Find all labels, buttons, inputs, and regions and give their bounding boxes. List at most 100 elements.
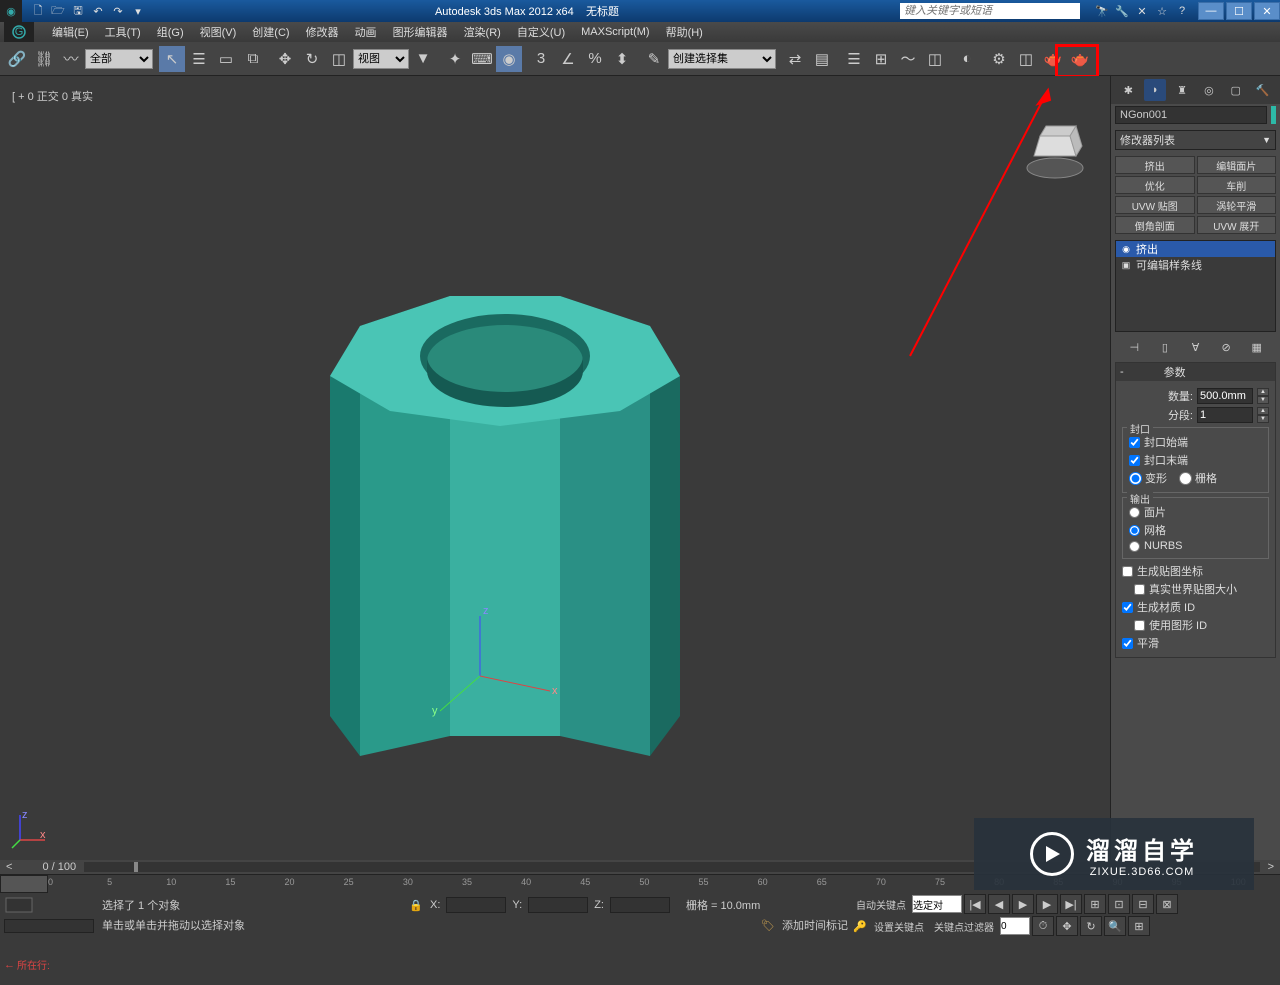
create-tab-icon[interactable]: ✱ bbox=[1117, 79, 1139, 101]
current-frame-input[interactable] bbox=[1000, 917, 1030, 935]
star-icon[interactable]: ☆ bbox=[1154, 3, 1170, 19]
help-icon[interactable]: ? bbox=[1174, 3, 1190, 19]
close-button[interactable]: ✕ bbox=[1254, 2, 1280, 20]
schematic-view-icon[interactable]: ◫ bbox=[922, 46, 948, 72]
nav-7-icon[interactable]: 🔍 bbox=[1104, 916, 1126, 936]
mod-btn-uvw-unwrap[interactable]: UVW 展开 bbox=[1197, 216, 1277, 234]
app-logo[interactable]: ◉ bbox=[0, 0, 22, 22]
bind-icon[interactable]: 〰 bbox=[58, 46, 84, 72]
keyboard-shortcut-icon[interactable]: ⌨ bbox=[469, 46, 495, 72]
qat-dropdown-icon[interactable]: ▾ bbox=[130, 3, 146, 19]
material-editor-icon[interactable]: ◐ bbox=[954, 46, 980, 72]
mod-btn-edit-patch[interactable]: 编辑面片 bbox=[1197, 156, 1277, 174]
nav-1-icon[interactable]: ⊞ bbox=[1084, 894, 1106, 914]
segments-spinner[interactable]: 1 bbox=[1197, 407, 1253, 423]
patch-radio[interactable] bbox=[1129, 507, 1140, 518]
nav-8-icon[interactable]: ⊞ bbox=[1128, 916, 1150, 936]
select-by-name-icon[interactable]: ☰ bbox=[186, 46, 212, 72]
script-listener-icon[interactable] bbox=[4, 896, 34, 914]
scale-icon[interactable]: ◫ bbox=[326, 46, 352, 72]
spinner-down-icon[interactable]: ▼ bbox=[1257, 396, 1269, 404]
coord-x-input[interactable] bbox=[446, 897, 506, 913]
goto-start-icon[interactable]: |◀ bbox=[964, 894, 986, 914]
mod-btn-bevel-profile[interactable]: 倒角剖面 bbox=[1115, 216, 1195, 234]
modify-tab-icon[interactable]: ◗ bbox=[1144, 79, 1166, 101]
add-time-tag[interactable]: 添加时间标记 bbox=[782, 917, 848, 933]
spinner-snap-icon[interactable]: ⬍ bbox=[609, 46, 635, 72]
morph-radio[interactable] bbox=[1129, 472, 1142, 485]
rect-select-icon[interactable]: ▭ bbox=[213, 46, 239, 72]
set-key-button[interactable]: 设置关键点 bbox=[870, 919, 928, 934]
configure-sets-icon[interactable]: ▦ bbox=[1248, 338, 1266, 356]
nav-4-icon[interactable]: ⊠ bbox=[1156, 894, 1178, 914]
edit-named-sel-icon[interactable]: ✎ bbox=[641, 46, 667, 72]
menu-edit[interactable]: 编辑(E) bbox=[44, 24, 97, 40]
mod-btn-optimize[interactable]: 优化 bbox=[1115, 176, 1195, 194]
binoculars-icon[interactable]: 🔭 bbox=[1094, 3, 1110, 19]
3d-object[interactable]: z x y bbox=[300, 196, 700, 806]
menu-maxscript[interactable]: MAXScript(M) bbox=[573, 26, 657, 38]
script-input[interactable] bbox=[4, 919, 94, 933]
mod-btn-uvw-map[interactable]: UVW 贴图 bbox=[1115, 196, 1195, 214]
search-box[interactable] bbox=[900, 3, 1080, 19]
make-unique-icon[interactable]: ∀ bbox=[1186, 338, 1204, 356]
menu-rendering[interactable]: 渲染(R) bbox=[456, 24, 509, 40]
spinner-down-icon[interactable]: ▼ bbox=[1257, 415, 1269, 423]
display-tab-icon[interactable]: ▢ bbox=[1225, 79, 1247, 101]
menu-help[interactable]: 帮助(H) bbox=[658, 24, 711, 40]
amount-spinner[interactable]: 500.0mm bbox=[1197, 388, 1253, 404]
spinner-up-icon[interactable]: ▲ bbox=[1257, 388, 1269, 396]
coord-z-input[interactable] bbox=[610, 897, 670, 913]
curve-editor-icon[interactable]: 〜 bbox=[895, 46, 921, 72]
menu-views[interactable]: 视图(V) bbox=[192, 24, 245, 40]
viewcube[interactable] bbox=[1020, 116, 1090, 186]
quick-render-icon[interactable]: 🫖 bbox=[1067, 46, 1093, 72]
pivot-icon[interactable]: ▼ bbox=[410, 46, 436, 72]
menu-create[interactable]: 创建(C) bbox=[244, 24, 297, 40]
key-filter-button[interactable]: 关键点过滤器 bbox=[930, 919, 998, 934]
spinner-up-icon[interactable]: ▲ bbox=[1257, 407, 1269, 415]
wrench-icon[interactable]: 🔧 bbox=[1114, 3, 1130, 19]
named-selection-dropdown[interactable]: 创建选择集 bbox=[668, 49, 776, 69]
lock-icon[interactable]: 🔒 bbox=[408, 897, 424, 913]
ref-coord-dropdown[interactable]: 视图 bbox=[353, 49, 409, 69]
gen-mat-id-checkbox[interactable] bbox=[1122, 602, 1133, 613]
selected-input[interactable] bbox=[912, 895, 962, 913]
mod-btn-extrude[interactable]: 挤出 bbox=[1115, 156, 1195, 174]
manipulate-icon[interactable]: ✦ bbox=[442, 46, 468, 72]
cap-end-checkbox[interactable] bbox=[1129, 455, 1140, 466]
selection-filter-dropdown[interactable]: 全部 bbox=[85, 49, 153, 69]
use-shape-id-checkbox[interactable] bbox=[1134, 620, 1145, 631]
grid-radio[interactable] bbox=[1179, 472, 1192, 485]
select-icon[interactable]: ↖ bbox=[159, 46, 185, 72]
redo-icon[interactable]: ↷ bbox=[110, 3, 126, 19]
rotate-icon[interactable]: ↻ bbox=[299, 46, 325, 72]
stack-item-extrude[interactable]: ◉ 挤出 bbox=[1116, 241, 1275, 257]
pin-stack-icon[interactable]: ⊣ bbox=[1125, 338, 1143, 356]
snap-3d-icon[interactable]: 3 bbox=[528, 46, 554, 72]
nav-6-icon[interactable]: ↻ bbox=[1080, 916, 1102, 936]
modifier-list-dropdown[interactable]: 修改器列表 bbox=[1115, 130, 1276, 150]
angle-snap-icon[interactable]: ∠ bbox=[555, 46, 581, 72]
open-icon[interactable]: 🗁 bbox=[50, 3, 66, 19]
menu-tools[interactable]: 工具(T) bbox=[97, 24, 149, 40]
mesh-radio[interactable] bbox=[1129, 525, 1140, 536]
play-icon[interactable]: ▶ bbox=[1012, 894, 1034, 914]
undo-icon[interactable]: ↶ bbox=[90, 3, 106, 19]
tag-icon[interactable]: 🏷 bbox=[760, 917, 776, 933]
nav-3-icon[interactable]: ⊟ bbox=[1132, 894, 1154, 914]
menu-modifiers[interactable]: 修改器 bbox=[298, 24, 347, 40]
time-handle[interactable] bbox=[0, 875, 48, 893]
utilities-tab-icon[interactable]: 🔨 bbox=[1252, 79, 1274, 101]
render-setup-icon[interactable]: ⚙ bbox=[986, 46, 1012, 72]
key-icon[interactable]: 🔑 bbox=[852, 918, 868, 934]
menu-group[interactable]: 组(G) bbox=[149, 24, 192, 40]
auto-key-button[interactable]: 自动关键点 bbox=[852, 897, 910, 912]
render-icon[interactable]: 🫖 bbox=[1040, 46, 1066, 72]
menu-graph-editors[interactable]: 图形编辑器 bbox=[385, 24, 456, 40]
modifier-stack[interactable]: ◉ 挤出 ▣ 可编辑样条线 bbox=[1115, 240, 1276, 332]
remove-modifier-icon[interactable]: ⊘ bbox=[1217, 338, 1235, 356]
render-frame-icon[interactable]: ◫ bbox=[1013, 46, 1039, 72]
rollout-header[interactable]: -参数 bbox=[1116, 363, 1275, 381]
prev-frame-icon[interactable]: ◀ bbox=[988, 894, 1010, 914]
